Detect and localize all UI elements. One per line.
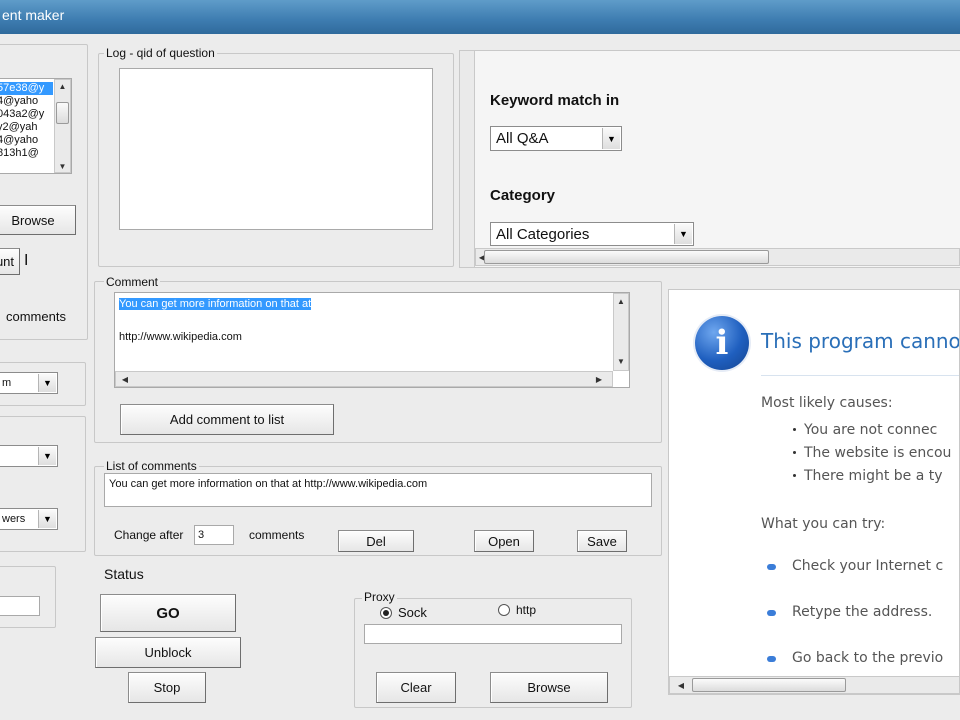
blue-bullet-icon	[767, 564, 776, 570]
left-dropdown-2[interactable]: ▼	[0, 445, 58, 467]
error-panel-hscrollbar[interactable]: ◀	[669, 676, 959, 694]
scroll-right-arrow-icon[interactable]: ▶	[594, 372, 604, 386]
left-dropdown-1[interactable]: m ▼	[0, 372, 58, 394]
scroll-left-arrow-icon[interactable]: ◀	[120, 372, 130, 386]
comments-list-item[interactable]: You can get more information on that at …	[109, 478, 427, 490]
comments-listbox[interactable]: You can get more information on that at …	[104, 473, 652, 507]
change-after-input[interactable]: 3	[194, 525, 234, 545]
log-textarea[interactable]	[119, 68, 433, 230]
left-bottom-input[interactable]	[0, 596, 40, 616]
comment-line-2: http://www.wikipedia.com	[119, 331, 242, 343]
info-icon: i	[695, 316, 749, 370]
chevron-down-icon: ▼	[602, 128, 620, 149]
keyword-match-select[interactable]: All Q&A ▼	[490, 126, 622, 151]
cause-list-item: You are not connec	[793, 418, 959, 441]
scroll-up-arrow-icon[interactable]: ▲	[614, 296, 628, 306]
del-button[interactable]: Del	[338, 530, 414, 552]
comment-vscrollbar[interactable]: ▲ ▼	[613, 293, 629, 371]
action-text: Go back to the previo	[792, 650, 944, 666]
comment-hscrollbar[interactable]: ◀ ▶	[115, 371, 613, 387]
go-button[interactable]: GO	[100, 594, 236, 632]
cause-list-item: There might be a ty	[793, 464, 959, 487]
proxy-sock-label: Sock	[398, 605, 427, 620]
cause-list-item: The website is encou	[793, 441, 959, 464]
accounts-browse-button[interactable]: Browse	[0, 205, 76, 235]
error-title: This program cannot	[761, 329, 960, 353]
comment-legend: Comment	[104, 275, 161, 289]
chevron-down-icon: ▼	[38, 374, 56, 392]
proxy-legend: Proxy	[362, 590, 397, 604]
window-title: ent maker	[2, 7, 65, 23]
change-after-suffix: comments	[249, 528, 305, 542]
proxy-sock-radio[interactable]: Sock	[380, 605, 427, 620]
account-list-item[interactable]: 4@yaho	[0, 134, 53, 147]
blue-bullet-icon	[767, 610, 776, 616]
scroll-left-arrow-icon[interactable]: ◀	[676, 677, 686, 693]
left-dropdown-3[interactable]: wers ▼	[0, 508, 58, 530]
try-heading: What you can try:	[761, 516, 886, 532]
save-button[interactable]: Save	[577, 530, 627, 552]
action-text: Check your Internet c	[792, 558, 944, 574]
search-panel-hscrollbar[interactable]: ◀	[475, 248, 960, 266]
causes-heading: Most likely causes:	[761, 395, 893, 411]
chevron-down-icon: ▼	[674, 224, 692, 244]
change-after-label: Change after	[114, 528, 184, 542]
cause-text: You are not connec	[804, 421, 938, 438]
bullet-icon	[793, 428, 796, 431]
comment-line-1: You can get more information on that at	[119, 298, 312, 310]
blue-bullet-icon	[767, 656, 776, 662]
left-dropdown-group-2	[0, 416, 86, 552]
action-text: Retype the address.	[792, 604, 933, 620]
status-label: Status	[104, 566, 144, 582]
unblock-button[interactable]: Unblock	[95, 637, 241, 668]
action-list-item[interactable]: Check your Internet c	[767, 558, 959, 604]
action-list-item[interactable]: Retype the address.	[767, 604, 959, 650]
comments-list-legend: List of comments	[104, 459, 199, 473]
account-list-item[interactable]: y2@yah	[0, 121, 53, 134]
scroll-thumb[interactable]	[56, 102, 69, 124]
browser-error-panel: i This program cannot Most likely causes…	[668, 289, 960, 695]
open-button[interactable]: Open	[474, 530, 534, 552]
account-list-item[interactable]: 813h1@	[0, 147, 53, 160]
chevron-down-icon: ▼	[38, 510, 56, 528]
accounts-listbox[interactable]: 57e38@y 4@yaho 043a2@y y2@yah 4@yaho 813h1@ ▲…	[0, 78, 72, 174]
account-list-item[interactable]: 4@yaho	[0, 95, 53, 108]
category-select[interactable]: All Categories ▼	[490, 222, 694, 246]
bullet-icon	[793, 451, 796, 454]
proxy-browse-button[interactable]: Browse	[490, 672, 608, 703]
scroll-thumb[interactable]	[484, 250, 769, 264]
count-button[interactable]: unt	[0, 248, 20, 275]
scroll-up-arrow-icon[interactable]: ▲	[55, 80, 70, 92]
add-comment-button[interactable]: Add comment to list	[120, 404, 334, 435]
proxy-http-radio[interactable]: http	[498, 603, 536, 617]
search-panel-left-edge	[459, 50, 475, 268]
radio-checked-icon	[380, 606, 392, 619]
proxy-http-label: http	[516, 603, 537, 617]
stop-button[interactable]: Stop	[128, 672, 206, 703]
scroll-thumb[interactable]	[692, 678, 846, 692]
comment-textarea[interactable]: You can get more information on that at …	[114, 292, 630, 388]
scroll-down-arrow-icon[interactable]: ▼	[55, 160, 70, 172]
comments-label: comments	[6, 309, 66, 324]
cause-text: There might be a ty	[804, 467, 943, 484]
scroll-down-arrow-icon[interactable]: ▼	[614, 356, 628, 366]
account-list-item[interactable]: 043a2@y	[0, 108, 53, 121]
keyword-match-label: Keyword match in	[490, 92, 620, 109]
account-list-item[interactable]: 57e38@y	[0, 82, 53, 95]
window-titlebar[interactable]: ent maker	[0, 0, 960, 34]
log-legend: Log - qid of question	[104, 46, 217, 60]
radio-unchecked-icon	[498, 604, 510, 616]
proxy-clear-button[interactable]: Clear	[376, 672, 456, 703]
accounts-scrollbar[interactable]: ▲ ▼	[54, 79, 71, 173]
cause-text: The website is encou	[804, 444, 952, 461]
text-cursor-icon: I	[24, 252, 29, 269]
title-divider	[761, 375, 959, 376]
bullet-icon	[793, 474, 796, 477]
category-label: Category	[490, 187, 556, 204]
chevron-down-icon: ▼	[38, 447, 56, 465]
proxy-input[interactable]	[364, 624, 622, 644]
